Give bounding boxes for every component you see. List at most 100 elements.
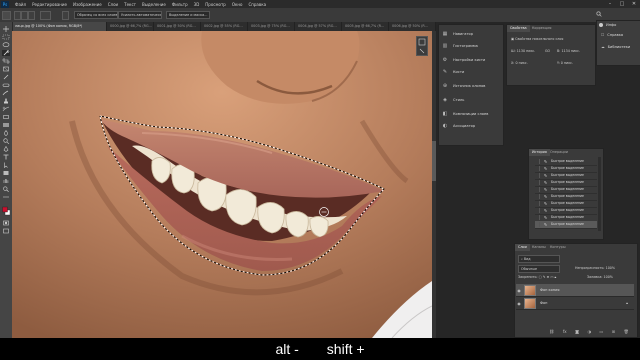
type-tool-icon[interactable] — [2, 154, 10, 160]
lasso-tool-icon[interactable] — [2, 42, 10, 48]
visibility-eye-icon[interactable]: ◉ — [516, 301, 522, 306]
link-toggle[interactable]: GO — [545, 49, 550, 53]
width-field[interactable]: Ш: 1130 пикс. — [511, 49, 535, 53]
canvas-floating-controls[interactable] — [416, 36, 428, 56]
more-tools-icon[interactable] — [2, 194, 10, 200]
new-group-icon[interactable]: ▭ — [600, 329, 604, 335]
select-and-mask-button[interactable]: Выделение и маска... — [166, 11, 210, 19]
menu-view[interactable]: Просмотр — [205, 2, 226, 7]
height-value[interactable]: 1134 пикс. — [561, 49, 580, 53]
share-icon[interactable] — [618, 11, 630, 18]
layer-name[interactable]: Фон копия — [540, 288, 559, 292]
tab-properties[interactable]: Свойства — [507, 25, 530, 32]
info-tab[interactable]: Инфо — [599, 23, 616, 27]
healing-brush-tool-icon[interactable] — [2, 82, 10, 88]
zoom-tool-icon[interactable] — [2, 186, 10, 192]
menu-select[interactable]: Выделение — [142, 2, 166, 7]
quick-selection-tool-icon[interactable] — [2, 50, 10, 56]
pen-tool-icon[interactable] — [2, 146, 10, 152]
doc-tab[interactable]: 0006.jpg @ 50% (R... — [389, 22, 436, 31]
fx-icon[interactable]: fx — [563, 329, 567, 335]
lock-icon[interactable]: ▢ ✎ ⊕ ▭ 🔒︎ — [539, 275, 557, 279]
workspace-icon[interactable] — [607, 11, 613, 18]
x-value[interactable]: 0 пикс. — [515, 61, 527, 65]
color-swatches-icon[interactable] — [2, 206, 10, 216]
layer-row-selected[interactable]: ◉ Фон копия — [516, 284, 634, 297]
learn-tab[interactable]: ☐ Справка — [601, 33, 623, 37]
height-field[interactable]: В: 1134 пикс. — [557, 49, 580, 53]
doc-tab[interactable]: 0004.jpg @ 57% (RG... — [295, 22, 342, 31]
visibility-eye-icon[interactable]: ◉ — [516, 288, 522, 293]
maximize-button[interactable]: □ — [616, 0, 628, 8]
document-canvas[interactable] — [12, 31, 432, 338]
tab-channels[interactable]: Каналы — [529, 244, 549, 251]
quick-mask-icon[interactable] — [2, 220, 10, 226]
history-brush-tool-icon[interactable] — [2, 106, 10, 112]
frame-tool-icon[interactable] — [2, 66, 10, 72]
path-selection-tool-icon[interactable] — [2, 162, 10, 168]
panel-navigator[interactable]: ▦ Навигатор — [442, 29, 473, 39]
panel-styles[interactable]: ◈ Стиль — [442, 95, 464, 105]
screen-mode-icon[interactable] — [2, 228, 10, 234]
layer-name[interactable]: Фон — [540, 301, 547, 305]
add-selection-icon[interactable] — [21, 11, 28, 20]
close-button[interactable]: ✕ — [628, 0, 640, 8]
blend-mode-select[interactable]: Обычные — [518, 265, 560, 273]
add-mask-icon[interactable]: ◙ — [575, 329, 579, 335]
doc-tab-active[interactable]: лицо.jpg @ 100% (Фон копия, RGB/8*) — [12, 22, 107, 31]
enhance-edge-checkbox[interactable]: Усилить автоматически — [118, 11, 162, 19]
settings-icon[interactable] — [62, 11, 69, 20]
x-field[interactable]: X: 0 пикс. — [511, 61, 528, 65]
fill-field[interactable]: Заливка: 100% — [587, 275, 613, 279]
menu-text[interactable]: Текст — [124, 2, 136, 7]
adjustment-layer-icon[interactable]: ◑ — [588, 329, 592, 335]
clone-stamp-tool-icon[interactable] — [2, 98, 10, 104]
doc-tab[interactable]: 0003.jpg @ 75% (RG... — [248, 22, 295, 31]
link-layers-icon[interactable]: ⛓ — [549, 329, 554, 335]
opacity-field[interactable]: Непрозрачность: 100% — [575, 266, 615, 270]
trash-icon[interactable]: 🗑︎ — [624, 329, 629, 335]
new-layer-icon[interactable]: ⊞ — [612, 329, 615, 335]
marquee-tool-icon[interactable] — [2, 34, 10, 40]
tab-layers[interactable]: Слои — [515, 244, 530, 251]
menu-help[interactable]: Справка — [248, 2, 266, 7]
panel-adjust[interactable]: ◐ Ассоциатор — [442, 121, 475, 131]
panel-brushes[interactable]: ✎ Кисти — [442, 67, 464, 77]
minimize-button[interactable]: – — [604, 0, 616, 8]
eyedropper-tool-icon[interactable] — [2, 74, 10, 80]
blur-tool-icon[interactable] — [2, 130, 10, 136]
crop-tool-icon[interactable] — [2, 58, 10, 64]
hand-tool-icon[interactable] — [2, 178, 10, 184]
new-selection-icon[interactable] — [14, 11, 21, 20]
move-tool-icon[interactable] — [2, 26, 10, 32]
menu-window[interactable]: Окно — [232, 2, 243, 7]
menu-layers[interactable]: Слои — [108, 2, 118, 7]
tool-preset-icon[interactable] — [2, 11, 11, 20]
doc-tab[interactable]: 0001.jpg @ 50% (RG... — [154, 22, 201, 31]
dodge-tool-icon[interactable] — [2, 138, 10, 144]
libraries-tab[interactable]: ☁ Библиотеки — [601, 45, 630, 49]
y-value[interactable]: 0 пикс. — [561, 61, 573, 65]
width-value[interactable]: 1130 пикс. — [517, 49, 536, 53]
panel-histogram[interactable]: ▥ Гистограмма — [442, 41, 478, 51]
menu-file[interactable]: Файл — [15, 2, 26, 7]
panel-brush-settings[interactable]: ⚙ Настройки кисти — [442, 55, 486, 65]
menu-3d[interactable]: 3D — [194, 2, 200, 7]
brush-tool-icon[interactable] — [2, 90, 10, 96]
panel-layer-comps[interactable]: ◧ Композиции слоев — [442, 109, 489, 119]
doc-tab[interactable]: 0002.jpg @ 55% (RG... — [201, 22, 248, 31]
doc-tab[interactable]: 0005.jpg @ 66,7% (R... — [342, 22, 389, 31]
layer-filter-select[interactable]: ⌕ Вид — [518, 255, 560, 263]
history-scrollbar[interactable] — [598, 157, 601, 231]
tab-paths[interactable]: Контуры — [547, 244, 569, 251]
tab-actions[interactable]: Операции — [547, 149, 571, 156]
sample-all-layers-checkbox[interactable]: Образец со всех слоев — [74, 11, 118, 19]
panel-clone-source[interactable]: ⊕ Источник клонов — [442, 81, 486, 91]
fill-value[interactable]: 100% — [604, 275, 613, 279]
opacity-value[interactable]: 100% — [606, 266, 615, 270]
menu-edit[interactable]: Редактирование — [32, 2, 67, 7]
menu-filter[interactable]: Фильтр — [172, 2, 188, 7]
tab-adjustments[interactable]: Коррекция — [529, 25, 554, 32]
search-icon[interactable] — [596, 11, 602, 18]
eraser-tool-icon[interactable] — [2, 114, 10, 120]
